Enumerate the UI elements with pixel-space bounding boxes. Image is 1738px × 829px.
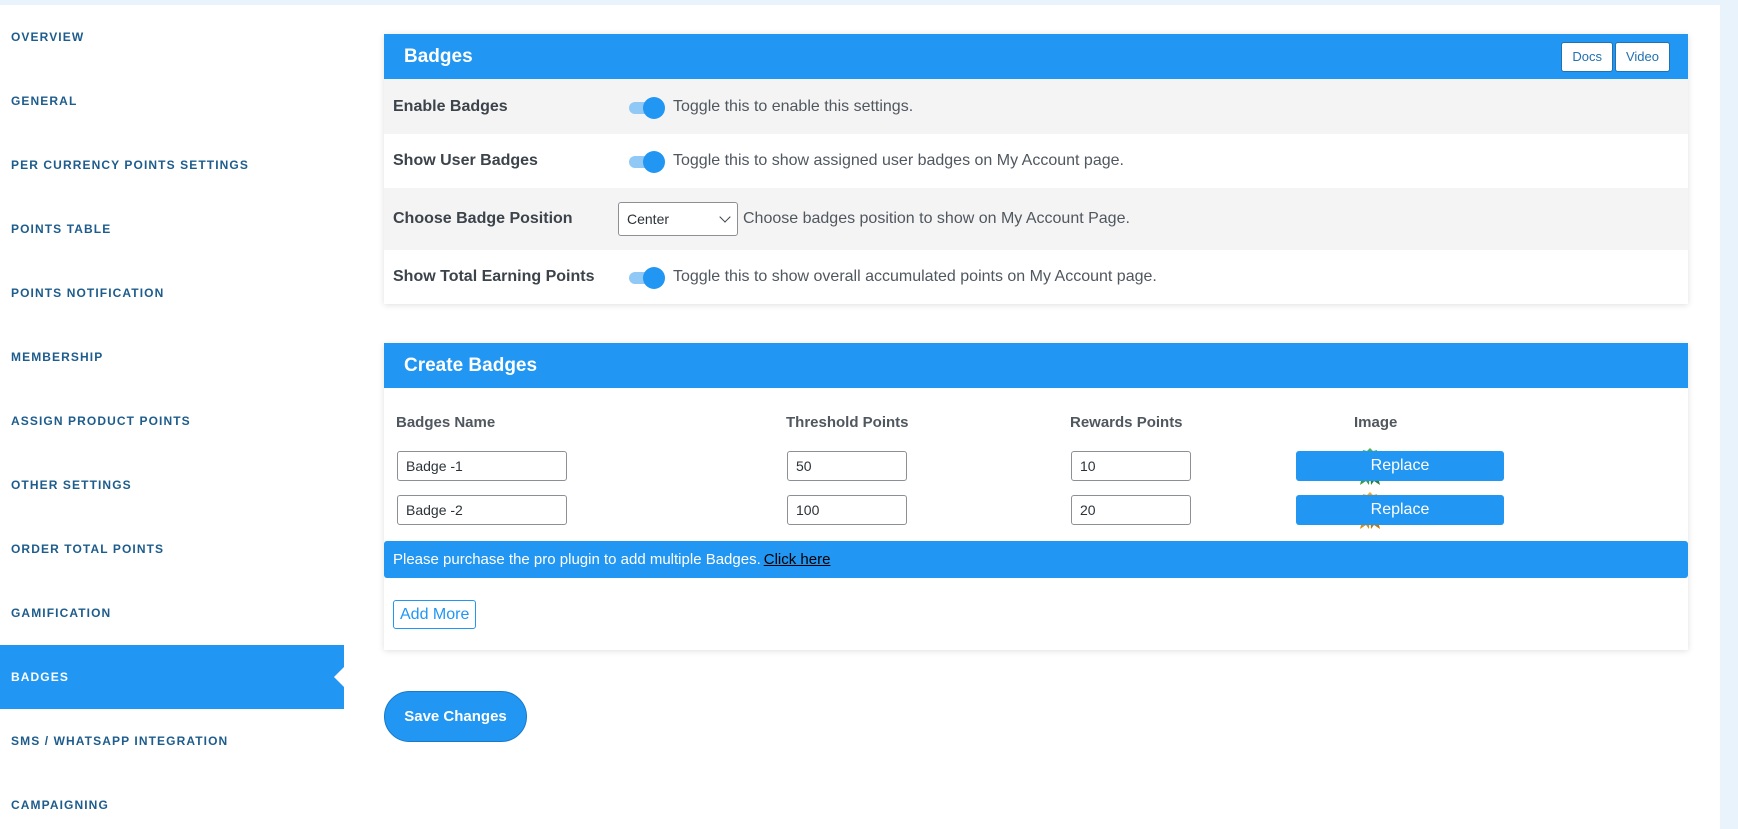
badges-card-header: Badges Docs Video [384, 34, 1688, 79]
sidebar-item-gamification[interactable]: GAMIFICATION [0, 581, 344, 645]
setting-label: Enable Badges [393, 97, 508, 115]
setting-description: Toggle this to enable this settings. [673, 97, 914, 115]
pro-notice-banner: Please purchase the pro plugin to add mu… [384, 541, 1688, 578]
sidebar-item-badges[interactable]: BADGES [0, 645, 344, 709]
setting-label: Show User Badges [393, 152, 538, 169]
sidebar-item-membership[interactable]: MEMBERSHIP [0, 325, 344, 389]
sidebar-item-points-table[interactable]: POINTS TABLE [0, 197, 344, 261]
click-here-link[interactable]: Click here [764, 551, 831, 568]
sidebar-item-overview[interactable]: OVERVIEW [0, 5, 344, 69]
badge-name-input[interactable]: Badge -2 [397, 495, 567, 525]
replace-image-button[interactable]: Replace [1296, 451, 1504, 481]
rewards-points-input[interactable]: 20 [1071, 495, 1191, 525]
sidebar-item-sms-whatsapp-integration[interactable]: SMS / WHATSAPP INTEGRATION [0, 709, 344, 773]
enable-badges-toggle[interactable] [627, 96, 665, 119]
badge-name-input[interactable]: Badge -1 [397, 451, 567, 481]
sidebar-item-campaigning[interactable]: CAMPAIGNING [0, 773, 344, 829]
setting-description: Toggle this to show assigned user badges… [673, 152, 1124, 169]
setting-row-badge-position: Choose Badge Position Center Choose badg… [384, 188, 1688, 250]
setting-description: Toggle this to show overall accumulated … [673, 268, 1157, 285]
docs-button[interactable]: Docs [1561, 41, 1613, 72]
save-changes-button[interactable]: Save Changes [384, 691, 527, 742]
create-badges-title: Create Badges [404, 354, 538, 376]
pro-notice-text: Please purchase the pro plugin to add mu… [393, 551, 761, 568]
badges-card-title: Badges [404, 45, 473, 67]
show-total-earning-points-toggle[interactable] [627, 267, 665, 289]
setting-row-show-user-badges: Show User Badges Toggle this to show ass… [384, 134, 1688, 188]
column-header-badges-name: Badges Name [396, 414, 496, 431]
sidebar-item-general[interactable]: GENERAL [0, 69, 344, 133]
chevron-down-icon [719, 211, 731, 223]
create-badges-card: Create Badges Badges Name Threshold Poin… [384, 343, 1688, 650]
video-button[interactable]: Video [1614, 41, 1670, 72]
create-badges-header: Create Badges [384, 343, 1688, 388]
threshold-points-input[interactable]: 50 [787, 451, 907, 481]
setting-row-enable-badges: Enable Badges Toggle this to enable this… [384, 79, 1688, 134]
setting-description: Choose badges position to show on My Acc… [743, 210, 1130, 227]
show-user-badges-toggle[interactable] [627, 151, 665, 173]
sidebar-item-points-notification[interactable]: POINTS NOTIFICATION [0, 261, 344, 325]
sidebar-item-other-settings[interactable]: OTHER SETTINGS [0, 453, 344, 517]
badge-position-select[interactable]: Center [618, 202, 738, 236]
setting-row-show-total-earning-points: Show Total Earning Points Toggle this to… [384, 250, 1688, 304]
select-value: Center [627, 211, 670, 227]
column-header-threshold-points: Threshold Points [786, 414, 909, 431]
sidebar-item-per-currency-points-settings[interactable]: PER CURRENCY POINTS SETTINGS [0, 133, 344, 197]
add-more-button[interactable]: Add More [393, 600, 477, 629]
badges-settings-card: Badges Docs Video Enable Badges Toggle t… [384, 34, 1688, 304]
sidebar: OVERVIEW GENERAL PER CURRENCY POINTS SET… [0, 5, 344, 829]
setting-label: Show Total Earning Points [393, 268, 595, 285]
replace-image-button[interactable]: Replace [1296, 495, 1504, 525]
sidebar-item-order-total-points[interactable]: ORDER TOTAL POINTS [0, 517, 344, 581]
rewards-points-input[interactable]: 10 [1071, 451, 1191, 481]
setting-label: Choose Badge Position [393, 210, 573, 227]
main-content: Badges Docs Video Enable Badges Toggle t… [344, 5, 1720, 829]
column-header-image: Image [1354, 414, 1398, 431]
column-header-rewards-points: Rewards Points [1070, 414, 1183, 431]
threshold-points-input[interactable]: 100 [787, 495, 907, 525]
sidebar-item-assign-product-points[interactable]: ASSIGN PRODUCT POINTS [0, 389, 344, 453]
